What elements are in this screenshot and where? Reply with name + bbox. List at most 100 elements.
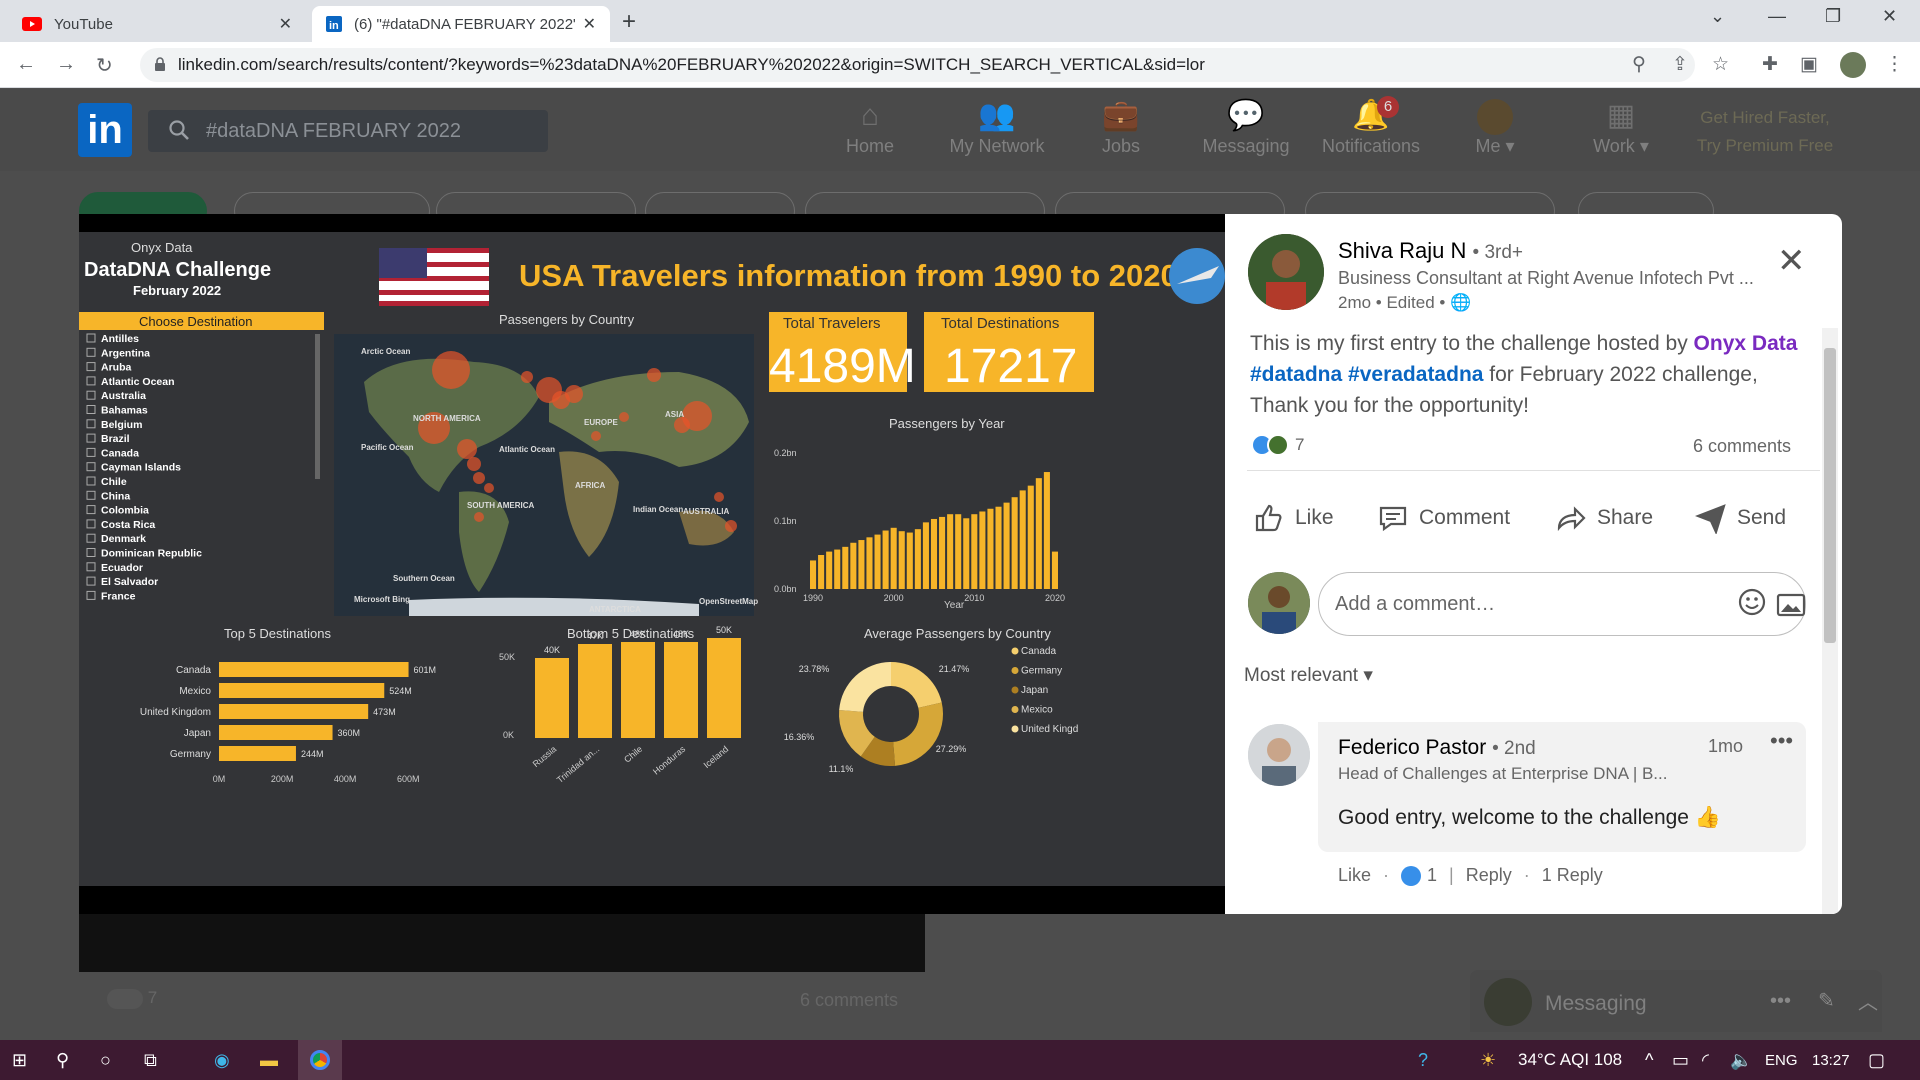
kpi-travelers-value: 4189M	[769, 340, 916, 393]
post-image-viewer: Onyx Data DataDNA Challenge February 202…	[79, 214, 1225, 914]
like-button[interactable]: Like	[1253, 494, 1334, 542]
reaction-summary[interactable]: 7	[1251, 434, 1304, 456]
emoji-icon[interactable]	[1737, 587, 1767, 617]
nav-home[interactable]: ⌂ Home	[810, 96, 930, 157]
sort-dropdown[interactable]: Most relevant ▾	[1244, 664, 1373, 687]
cortana-icon[interactable]: ○	[100, 1050, 111, 1071]
destination-bar	[664, 642, 698, 738]
premium-link[interactable]: Get Hired Faster, Try Premium Free	[1690, 104, 1840, 160]
bookmark-star-icon[interactable]: ☆	[1712, 53, 1729, 76]
map-label: AFRICA	[575, 481, 605, 490]
commenter-name[interactable]: Federico Pastor • 2nd	[1338, 736, 1536, 760]
share-page-icon[interactable]: ⇪	[1672, 53, 1688, 76]
url-field[interactable]: linkedin.com/search/results/content/?key…	[140, 48, 1695, 82]
more-options-icon[interactable]: •••	[1770, 728, 1793, 754]
comment-like-button[interactable]: Like	[1338, 865, 1371, 886]
menu-kebab-icon[interactable]: ⋮	[1885, 53, 1904, 76]
send-icon	[1695, 504, 1726, 534]
share-button[interactable]: Share	[1555, 494, 1653, 542]
wifi-icon[interactable]: ◜	[1702, 1050, 1709, 1071]
mention-link[interactable]: Onyx Data	[1694, 332, 1798, 355]
edge-icon[interactable]: ◉	[214, 1050, 230, 1071]
extensions-icon[interactable]: ✚	[1762, 53, 1778, 76]
commenter-avatar[interactable]	[1248, 724, 1310, 786]
minimize-button[interactable]: —	[1768, 6, 1786, 27]
close-tab-icon[interactable]: ✕	[279, 14, 292, 34]
zoom-icon[interactable]: ⚲	[1632, 53, 1646, 76]
year-bar	[995, 506, 1002, 589]
tray-chevron-icon[interactable]: ^	[1645, 1050, 1653, 1071]
send-button[interactable]: Send	[1695, 494, 1786, 542]
close-window-button[interactable]: ✕	[1882, 6, 1897, 27]
compose-icon[interactable]: ✎	[1818, 988, 1835, 1013]
weather-icon[interactable]: ☀	[1480, 1050, 1496, 1071]
more-icon[interactable]: •••	[1770, 990, 1791, 1013]
maximize-button[interactable]: ❐	[1825, 6, 1841, 27]
nav-work[interactable]: ▦ Work ▾	[1561, 96, 1681, 157]
file-explorer-icon[interactable]: ▬	[260, 1050, 278, 1071]
image-icon[interactable]	[1775, 589, 1807, 621]
legend-marker	[1011, 686, 1019, 694]
comment-like-count[interactable]: 1	[1427, 865, 1437, 886]
linkedin-logo[interactable]: in	[78, 103, 132, 157]
chevron-up-icon[interactable]: ︿	[1858, 986, 1878, 1015]
sidepanel-icon[interactable]: ▣	[1800, 53, 1818, 76]
tab-youtube[interactable]: YouTube ✕	[8, 6, 306, 42]
battery-icon[interactable]: ▭	[1672, 1050, 1689, 1071]
destination-item: France	[101, 590, 136, 602]
map-label: Southern Ocean	[393, 574, 455, 583]
comment-button[interactable]: Comment	[1377, 494, 1510, 542]
svg-text:in: in	[329, 20, 339, 32]
globe-plane-icon	[1169, 248, 1225, 304]
nav-label: Home	[845, 136, 894, 156]
language-indicator[interactable]: ENG	[1765, 1052, 1798, 1069]
reload-icon[interactable]: ↻	[96, 53, 113, 78]
nav-my-network[interactable]: 👥 My Network	[937, 96, 1057, 157]
close-icon[interactable]: ✕	[1777, 244, 1806, 278]
panel-scrollbar-thumb[interactable]	[1824, 348, 1836, 643]
feed-comment-count[interactable]: 6 comments	[800, 990, 898, 1011]
new-tab-button[interactable]: +	[622, 8, 636, 36]
back-arrow-icon[interactable]: ←	[16, 53, 36, 76]
destination-item: Australia	[101, 390, 146, 402]
volume-icon[interactable]: 🔈	[1730, 1050, 1752, 1071]
nav-jobs[interactable]: 💼 Jobs	[1061, 96, 1181, 157]
notification-center-icon[interactable]: ▢	[1868, 1050, 1885, 1071]
year-bar	[826, 551, 833, 589]
tab-linkedin[interactable]: in (6) "#dataDNA FEBRUARY 2022" ✕	[312, 6, 610, 42]
nav-label: Me	[1475, 136, 1501, 156]
chrome-taskbar-button[interactable]	[298, 1040, 342, 1080]
task-view-icon[interactable]: ⧉	[144, 1050, 157, 1071]
feed-reactions[interactable]: 7	[107, 988, 157, 1009]
url-text: linkedin.com/search/results/content/?key…	[178, 55, 1205, 74]
close-tab-icon[interactable]: ✕	[583, 14, 596, 34]
comment-reply-button[interactable]: Reply	[1466, 865, 1512, 886]
weather-text[interactable]: 34°C AQI 108	[1518, 1050, 1622, 1070]
author-avatar[interactable]	[1248, 234, 1324, 310]
forward-arrow-icon[interactable]: →	[56, 53, 76, 76]
nav-label: My Network	[949, 136, 1045, 156]
search-icon[interactable]: ⚲	[56, 1050, 69, 1071]
celebrate-reaction-icon	[1267, 434, 1289, 456]
profile-avatar[interactable]	[1840, 52, 1866, 78]
legend-label: Mexico	[1021, 705, 1053, 716]
help-icon[interactable]: ?	[1418, 1050, 1428, 1071]
nav-me[interactable]: Me ▾	[1435, 96, 1555, 157]
commenter-headline: Head of Challenges at Enterprise DNA | B…	[1338, 764, 1668, 783]
nav-messaging[interactable]: 💬 Messaging	[1186, 96, 1306, 157]
author-name[interactable]: Shiva Raju N • 3rd+	[1338, 238, 1523, 264]
clock[interactable]: 13:27	[1812, 1052, 1850, 1069]
windows-start-icon[interactable]: ⊞	[12, 1050, 27, 1071]
search-input[interactable]: #dataDNA FEBRUARY 2022	[148, 110, 548, 152]
hashtag-link[interactable]: #veradatadna	[1348, 363, 1483, 386]
map-bubble	[565, 385, 583, 403]
tab-search-chevron-icon[interactable]: ⌄	[1710, 6, 1725, 27]
comment-count[interactable]: 6 comments	[1693, 436, 1791, 457]
legend-marker	[1011, 667, 1019, 674]
map-bubble	[619, 412, 629, 422]
comment-input[interactable]: Add a comment…	[1318, 572, 1806, 636]
messaging-panel[interactable]: Messaging ••• ✎ ︿	[1470, 970, 1882, 1032]
comment-replies-link[interactable]: 1 Reply	[1542, 865, 1603, 886]
hashtag-link[interactable]: #datadna	[1250, 363, 1342, 386]
nav-notifications[interactable]: 🔔 Notifications 6	[1311, 96, 1431, 157]
